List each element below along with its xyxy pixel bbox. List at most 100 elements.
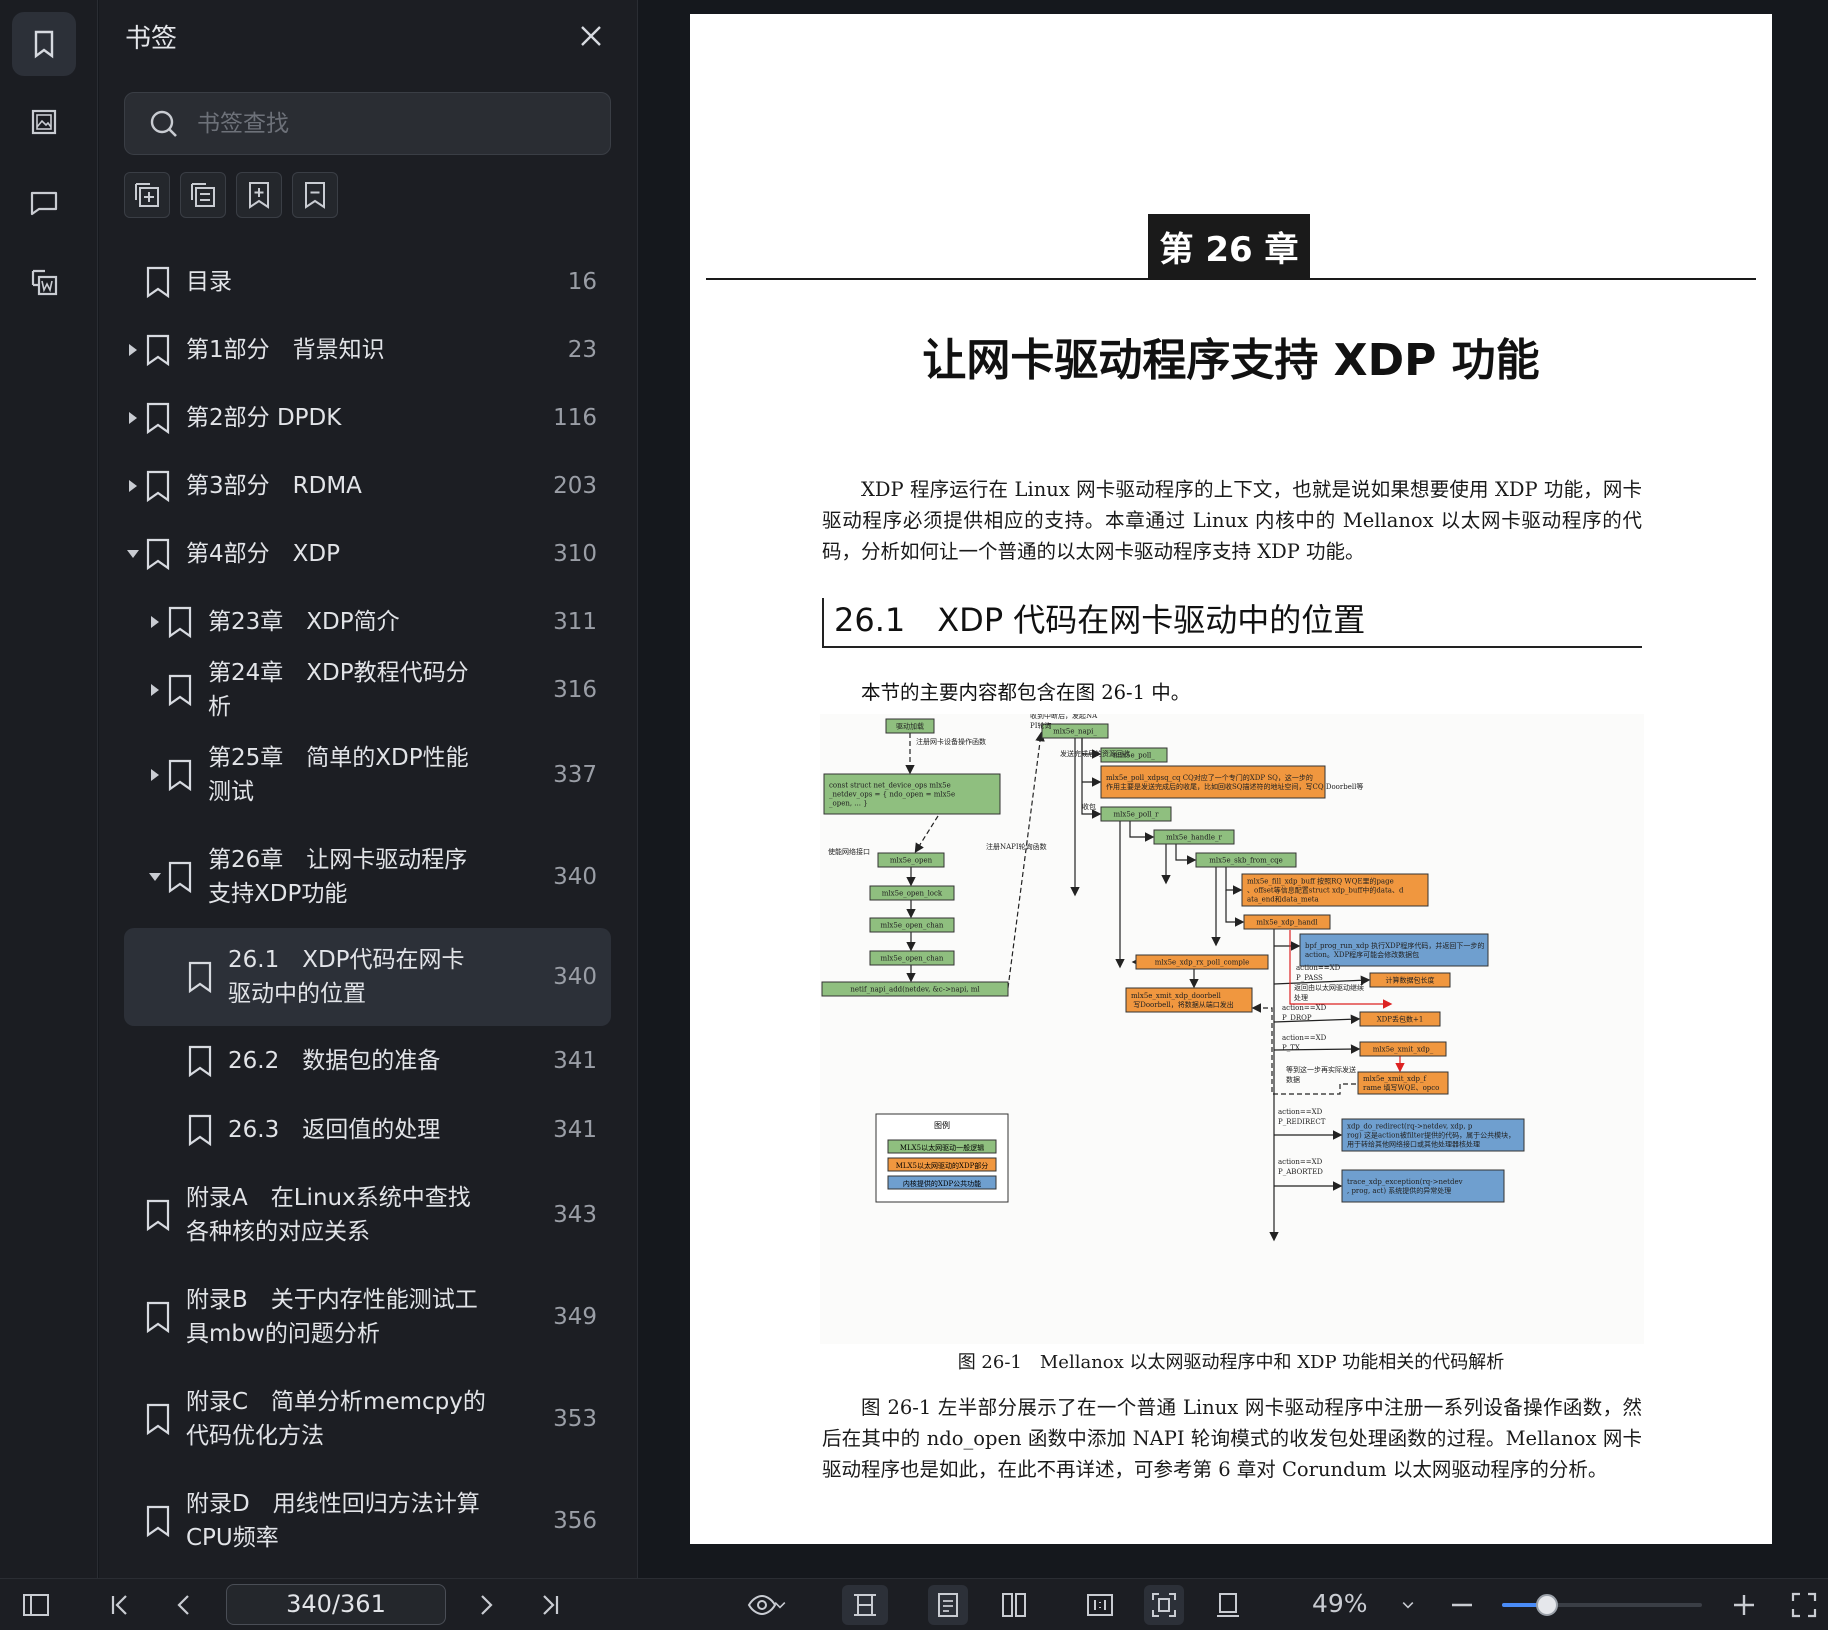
caret-right-icon[interactable] [146,613,164,631]
bookmark-item[interactable]: 附录B 关于内存性能测试工具mbw的问题分析 349 [124,1266,611,1368]
legend-item: MLX5以太网驱动一般逻辑 [900,1143,984,1152]
bookmark-icon [146,1505,170,1538]
caret-down-icon[interactable] [124,545,142,563]
bookmark-page-number: 353 [553,1406,597,1432]
zoom-in-button[interactable] [1724,1585,1764,1625]
next-page-button[interactable] [466,1585,506,1625]
chevron-left-icon [177,1595,189,1615]
chevron-down-icon [774,1602,786,1609]
figure-diagram: 驱动加载 const struct net_device_ops mlx5e _ne… [820,711,1644,1344]
first-page-button[interactable] [100,1585,140,1625]
bookmark-item[interactable]: 附录C 简单分析memcpy的代码优化方法 353 [124,1368,611,1470]
caret-down-icon[interactable] [146,868,164,886]
zoom-out-button[interactable] [1442,1585,1482,1625]
bookmark-label: 26.1 XDP代码在网卡驱动中的位置 [228,947,465,1007]
caret-right-icon[interactable] [146,766,164,784]
last-page-button[interactable] [530,1585,570,1625]
legend-item: 内核提供的XDP公共功能 [903,1179,981,1188]
bookmark-item[interactable]: 第1部分 背景知识 23 [124,316,611,384]
bookmark-item[interactable]: 26.3 返回值的处理 341 [124,1096,611,1164]
bookmark-label: 第23章 XDP简介 [208,609,400,635]
caret-right-icon[interactable] [146,681,164,699]
rotate-button[interactable] [1208,1585,1248,1625]
bookmark-item[interactable]: 第23章 XDP简介 311 [124,588,611,656]
bookmark-item[interactable]: 第4部分 XDP 310 [124,520,611,588]
fit-width-button[interactable] [842,1585,888,1625]
bookmark-item[interactable]: 第3部分 RDMA 203 [124,452,611,520]
bookmark-tools [124,172,338,218]
thumbnails-tab[interactable] [12,90,76,154]
export-word-tab[interactable] [12,250,76,314]
bookmark-label: 第4部分 XDP [186,541,340,567]
double-page-button[interactable] [994,1585,1034,1625]
actual-size-button[interactable] [1080,1585,1120,1625]
document-viewer[interactable]: 第 26 章 让网卡驱动程序支持 XDP 功能 XDP 程序运行在 Linux … [639,0,1828,1578]
single-page-button[interactable] [928,1585,968,1625]
previous-page-button[interactable] [164,1585,204,1625]
caret-right-icon[interactable] [124,477,142,495]
bookmark-item[interactable]: 目录 16 [124,248,611,316]
page-indicator-input[interactable]: 340/361 [226,1584,446,1625]
bookmark-icon [146,1301,170,1334]
fit-page-button[interactable] [1144,1585,1184,1625]
caret-right-icon[interactable] [124,341,142,359]
bookmark-label: 附录C 简单分析memcpy的代码优化方法 [186,1389,486,1449]
chapter-rule [706,278,1756,280]
bookmark-page-number: 341 [553,1048,597,1074]
zoom-slider-handle[interactable] [1536,1594,1559,1616]
figure-box: mlx5e_xmit_xdp_doorbell 写Doorbell，将数据从端口… [1125,987,1253,1013]
bookmark-label: 26.3 返回值的处理 [228,1117,441,1143]
bookmark-item[interactable]: 第2部分 DPDK 116 [124,384,611,452]
bookmark-item[interactable]: 第24章 XDP教程代码分析 316 [124,656,611,724]
close-panel-button[interactable] [573,18,609,54]
bookmark-icon [146,1403,170,1436]
bookmark-page-number: 203 [553,473,597,499]
zoom-dropdown[interactable] [1398,1585,1418,1625]
figure-box: mlx5e_open_lock [869,885,955,901]
bookmark-item[interactable]: 26.2 数据包的准备 341 [124,1026,611,1096]
bookmark-item[interactable]: 第26章 让网卡驱动程序支持XDP功能 340 [124,826,611,928]
search-input[interactable] [197,110,577,137]
last-page-icon [543,1595,559,1615]
figure-box: mlx5e_xdp_handl [1243,914,1331,930]
fullscreen-button[interactable] [1784,1585,1824,1625]
bookmark-icon [146,402,170,435]
add-bookmark-button[interactable] [124,172,170,218]
search-icon [150,110,177,137]
figure-box: mlx5e_xmit_xdp_ [1359,1041,1447,1057]
panel-title: 书签 [125,24,178,54]
bookmark-label: 第1部分 背景知识 [186,337,385,363]
figure-label: 使能网络接口 [828,847,870,856]
figure-box: XDP丢包数+1 [1359,1011,1441,1027]
figure-box: mlx5e_poll_r [1100,806,1172,822]
zoom-level[interactable]: 49% [1312,1589,1368,1618]
bookmark-item[interactable]: 第25章 简单的XDP性能测试 337 [124,724,611,826]
chapter-title: 让网卡驱动程序支持 XDP 功能 [922,335,1540,386]
legend-title: 图例 [934,1120,950,1130]
remove-bookmark-button[interactable] [292,172,338,218]
view-mode-dropdown[interactable] [770,1585,790,1625]
figure-box: mlx5e_napi_ [1041,723,1109,739]
chevron-down-icon [1402,1602,1414,1609]
caret-right-icon[interactable] [124,409,142,427]
figure-box-text: mlx5e_xdp_rx_poll_comple [1155,958,1249,966]
bookmark-icon [146,1199,170,1232]
comment-icon [30,191,58,216]
bookmark-item[interactable]: 26.1 XDP代码在网卡驱动中的位置 340 [124,928,611,1026]
chevron-right-icon [481,1595,493,1615]
add-sub-bookmark-button[interactable] [180,172,226,218]
toggle-sidebar-button[interactable] [16,1585,56,1625]
figure-box-text: mlx5e_skb_from_cqe [1209,856,1283,864]
bookmark-icon [34,30,54,59]
figure-label: 注册网卡设备操作函数 [916,737,986,746]
bookmark-label: 附录A 在Linux系统中查找各种核的对应关系 [186,1185,471,1245]
insert-bookmark-button[interactable] [236,172,282,218]
bookmark-item[interactable]: 附录D 用线性回归方法计算CPU频率 356 [124,1470,611,1572]
bookmarks-tab[interactable] [12,12,76,76]
bookmark-item[interactable]: 附录A 在Linux系统中查找各种核的对应关系 343 [124,1164,611,1266]
zoom-slider[interactable] [1502,1594,1702,1616]
bookmark-plus-icon [249,182,269,209]
bookmark-label: 附录D 用线性回归方法计算CPU频率 [186,1491,480,1551]
comments-tab[interactable] [12,170,76,234]
bottom-toolbar: 340/361 49% [0,1578,1828,1630]
